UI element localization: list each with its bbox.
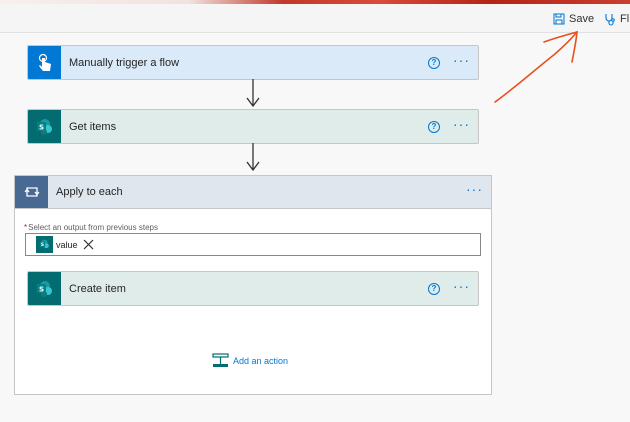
sharepoint-icon-box: S [28,272,61,305]
trigger-icon-box [28,46,61,79]
help-circle-icon[interactable]: ? [428,56,440,69]
more-options-icon[interactable]: ··· [453,117,470,134]
loop-icon [23,187,40,197]
more-options-icon[interactable]: ··· [466,182,483,199]
token-label: value [56,239,78,250]
loop-icon-box [15,176,48,208]
close-icon[interactable] [83,239,94,250]
step-manually-trigger-flow[interactable]: Manually trigger a flow ? ··· [27,45,479,80]
field-label-text: Select an output from previous steps [28,223,158,232]
help-circle-icon[interactable]: ? [428,120,440,133]
more-options-icon[interactable]: ··· [453,279,470,296]
required-mark: * [24,223,28,232]
step-title: Create item [69,282,126,295]
apply-to-each-header[interactable]: Apply to each ··· [15,176,491,209]
save-label: Save [569,13,595,25]
save-button[interactable]: Save [553,10,594,28]
flow-checker-button[interactable]: Fl [604,10,629,28]
step-title: Manually trigger a flow [69,56,180,69]
flow-checker-label: Fl [620,13,630,25]
dynamic-content-token[interactable]: S value [36,236,94,253]
step-title: Apply to each [56,186,123,198]
svg-text:S: S [38,285,43,293]
svg-text:S: S [38,123,43,131]
svg-text:S: S [41,242,44,248]
command-bar: Save Fl [0,4,630,33]
add-an-action-button[interactable]: Add an action [212,353,288,368]
sharepoint-icon-box: S [28,110,61,143]
more-options-icon[interactable]: ··· [453,53,470,70]
sharepoint-icon: S [36,280,52,297]
step-create-item[interactable]: S Create item ? ··· [27,271,479,306]
add-action-icon [212,353,229,367]
save-icon [553,13,565,25]
sharepoint-icon: S [36,118,52,135]
stethoscope-icon [605,13,615,26]
connector-arrow [246,143,260,171]
hand-touch-icon [38,53,51,71]
step-get-items[interactable]: S Get items ? ··· [27,109,479,144]
add-action-label: Add an action [233,355,289,366]
annotation-arrow-drawing [494,30,578,103]
output-field-label: *Select an output from previous steps [24,223,158,232]
connector-arrow [246,79,260,107]
step-title: Get items [69,120,117,133]
previous-step-output-input[interactable]: S value [25,233,481,256]
sharepoint-icon: S [36,236,53,253]
step-apply-to-each: Apply to each ··· *Select an output from… [14,175,492,395]
help-circle-icon[interactable]: ? [428,282,440,295]
